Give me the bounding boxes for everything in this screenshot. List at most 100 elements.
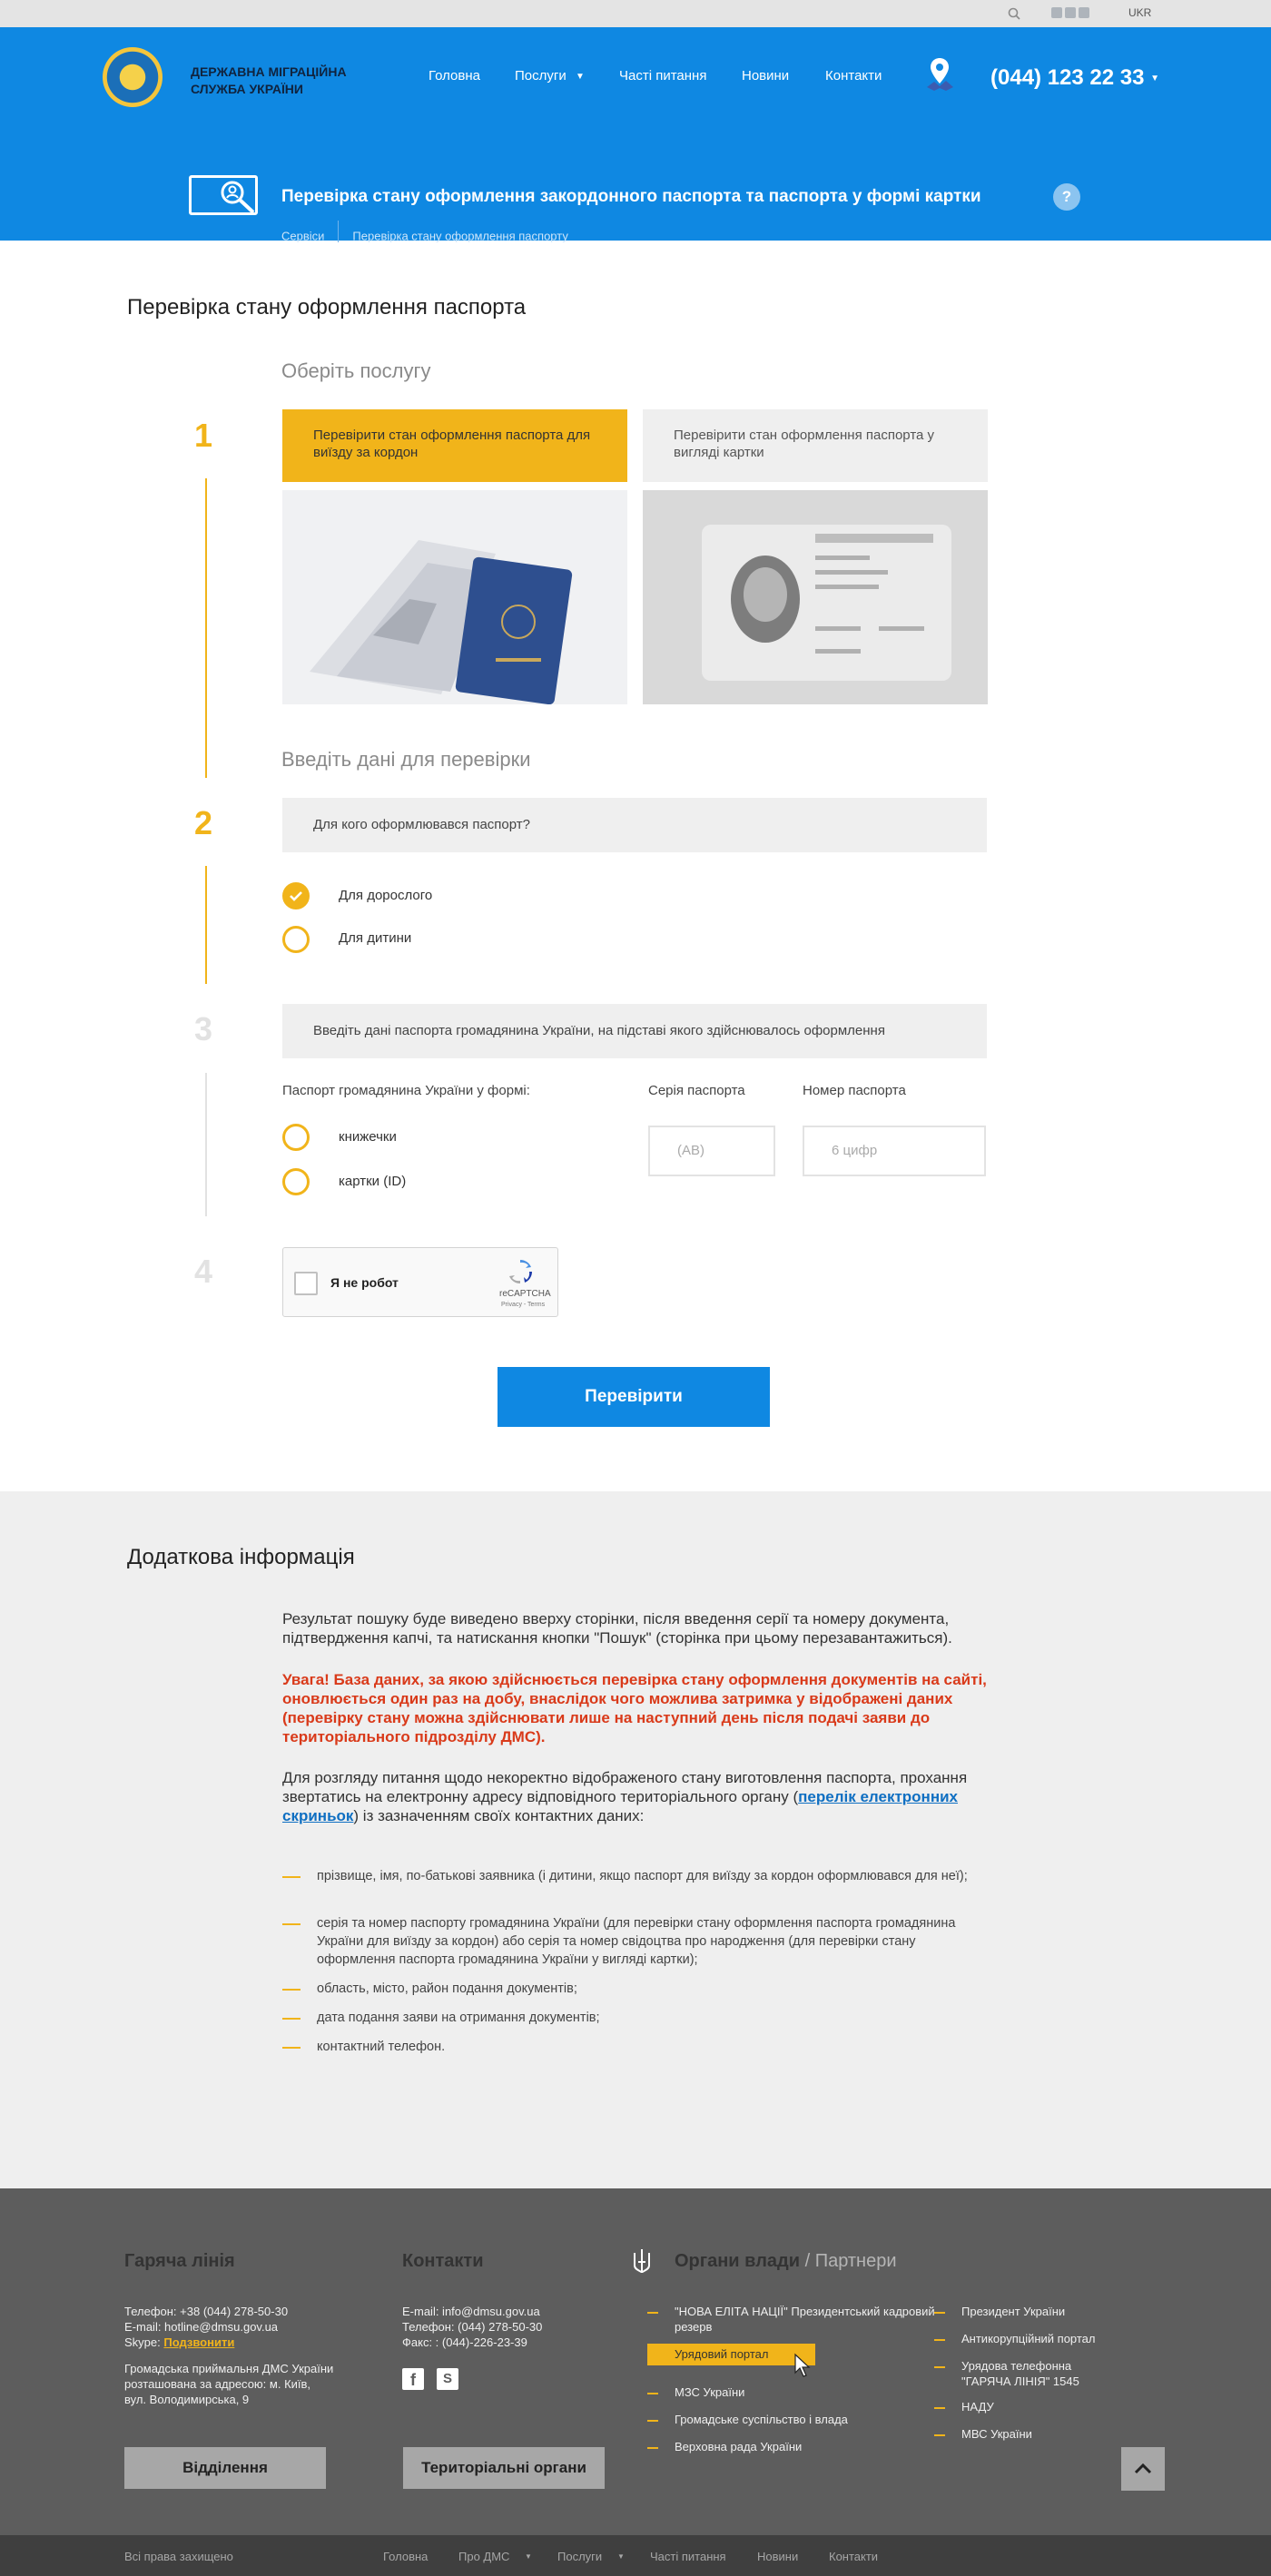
bottom-nav-home[interactable]: Головна (383, 2550, 428, 2563)
partners-label[interactable]: / Партнери (805, 2251, 897, 2271)
hotline-phone-text[interactable]: Телефон: +38 (044) 278-50-30 (124, 2304, 288, 2319)
info-text: ) із зазначенням своїх контактних даних: (353, 1807, 645, 1824)
step-number: 1 (194, 417, 213, 454)
hotline-phone[interactable]: (044) 123 22 33 ▼ (990, 65, 1159, 91)
authorities-title: Органи влади / Партнери (675, 2251, 897, 2272)
radio-booklet[interactable] (282, 1124, 310, 1151)
radio-card[interactable] (282, 1168, 310, 1195)
language-switcher[interactable]: UKR (1128, 6, 1151, 19)
series-label: Серія паспорта (648, 1083, 745, 1098)
choose-service-heading: Оберіть послугу (281, 359, 431, 382)
skype-icon[interactable] (1079, 7, 1089, 18)
step-connector (205, 866, 207, 984)
breadcrumb-separator (338, 221, 340, 242)
footer-link[interactable]: Громадське суспільство і влада (647, 2412, 938, 2427)
submit-check-button[interactable]: Перевірити (498, 1367, 770, 1427)
additional-info-section (0, 1491, 1271, 2188)
skype-icon[interactable]: S (437, 2368, 458, 2390)
bottom-nav-about[interactable]: Про ДМС (458, 2550, 509, 2563)
footer-link-active[interactable]: Урядовий портал (647, 2344, 815, 2365)
footer-link[interactable]: Антикорупційний портал (934, 2331, 1143, 2346)
search-icon[interactable] (1008, 7, 1020, 20)
service-title: Перевірка стану оформлення закордонного … (281, 187, 981, 206)
captcha-label: Я не робот (330, 1275, 399, 1290)
org-name[interactable]: ДЕРЖАВНА МІГРАЦІЙНА СЛУЖБА УКРАЇНИ (191, 64, 381, 98)
footer-link[interactable]: Президент України (934, 2304, 1143, 2319)
facebook-icon[interactable]: f (402, 2368, 424, 2390)
series-input[interactable]: (АВ) (648, 1126, 775, 1176)
footer-link[interactable]: "НОВА ЕЛІТА НАЦІЇ" Президентський кадров… (647, 2304, 938, 2335)
step-connector (205, 478, 207, 778)
departments-button[interactable]: Відділення (124, 2447, 326, 2489)
logo-emblem[interactable] (103, 47, 163, 107)
footer-link[interactable]: НАДУ (934, 2399, 1143, 2414)
contacts-phone[interactable]: Телефон: (044) 278-50-30 (402, 2319, 542, 2335)
step-number: 4 (194, 1253, 213, 1290)
step-number: 3 (194, 1010, 213, 1047)
recaptcha-icon (509, 1260, 532, 1283)
radio-card-label[interactable]: картки (ID) (339, 1174, 406, 1189)
radio-adult[interactable] (282, 882, 310, 909)
info-warning: Увага! База даних, за якою здійснюється … (282, 1671, 987, 1745)
bottom-nav-faq[interactable]: Часті питання (650, 2550, 726, 2563)
copyright: Всі права захищено (124, 2550, 233, 2563)
facebook-icon[interactable] (1051, 7, 1062, 18)
passport-service-icon (189, 175, 258, 215)
id-card-image[interactable] (643, 490, 988, 704)
cursor-icon (794, 2353, 811, 2377)
hotline-title: Гаряча лінія (124, 2251, 235, 2271)
breadcrumb-item[interactable]: Перевірка стану оформлення паспорту (352, 229, 567, 242)
info-paragraph-contacts: Для розгляду питання щодо некоректно від… (282, 1768, 990, 1825)
site-header: ДЕРЖАВНА МІГРАЦІЙНА СЛУЖБА УКРАЇНИ Голов… (0, 27, 1271, 242)
number-input[interactable]: 6 цифр (803, 1126, 986, 1176)
contacts-title: Контакти (402, 2251, 484, 2271)
footer-link[interactable]: Верховна рада України (647, 2439, 938, 2454)
list-item: область, місто, район подання документів… (282, 1980, 990, 1998)
footer-link[interactable]: Урядова телефонна "ГАРЯЧА ЛІНІЯ" 1545 (934, 2358, 1116, 2389)
captcha-checkbox[interactable] (294, 1272, 318, 1295)
chevron-up-icon (1134, 2463, 1152, 2474)
breadcrumb-item[interactable]: Сервіси (281, 229, 324, 242)
help-button[interactable]: ? (1053, 183, 1080, 211)
contacts-email[interactable]: E-mail: info@dmsu.gov.ua (402, 2304, 540, 2319)
list-item: прізвище, імя, по-батькові заявника (і д… (282, 1867, 990, 1885)
radio-child[interactable] (282, 926, 310, 953)
scroll-top-button[interactable] (1121, 2447, 1165, 2491)
page-title: Перевірка стану оформлення паспорта (127, 295, 527, 320)
skype-call-link[interactable]: Подзвонити (163, 2335, 234, 2349)
checkmark-icon (290, 891, 302, 901)
passport-form-label: Паспорт громадянина України у формі: (282, 1083, 530, 1098)
radio-child-label[interactable]: Для дитини (339, 930, 411, 946)
foreign-passport-image[interactable] (282, 490, 627, 704)
tile-foreign-passport[interactable]: Перевірити стан оформлення паспорта для … (282, 409, 627, 482)
nav-home[interactable]: Головна (429, 68, 480, 84)
captcha-brand: reCAPTCHA (499, 1289, 551, 1299)
footer-link[interactable]: МВС України (934, 2426, 1143, 2442)
question-passport: Введіть дані паспорта громадянина Україн… (282, 1004, 987, 1058)
nav-news[interactable]: Новини (742, 68, 789, 84)
skype-row: Skype: Подзвонити (124, 2335, 234, 2350)
list-item: серія та номер паспорту громадянина Укра… (282, 1914, 990, 1969)
vk-icon[interactable] (1065, 7, 1076, 18)
list-item: контактний телефон. (282, 2038, 990, 2056)
org-name-line2: СЛУЖБА УКРАЇНИ (191, 82, 303, 96)
radio-adult-label[interactable]: Для дорослого (339, 888, 432, 903)
nav-contacts[interactable]: Контакти (825, 68, 882, 84)
hotline-email-text[interactable]: E-mail: hotline@dmsu.gov.ua (124, 2319, 278, 2335)
radio-booklet-label[interactable]: книжечки (339, 1129, 397, 1145)
nav-faq[interactable]: Часті питання (619, 68, 706, 84)
list-item: дата подання заяви на отримання документ… (282, 2009, 990, 2027)
bottom-nav-contacts[interactable]: Контакти (829, 2550, 878, 2563)
step-number: 2 (194, 804, 213, 841)
nav-services[interactable]: Послуги (515, 68, 567, 84)
location-pin-icon[interactable] (924, 56, 955, 93)
bottom-nav-services[interactable]: Послуги (557, 2550, 602, 2563)
captcha-links[interactable]: Privacy - Terms (501, 1302, 545, 1308)
question-who: Для кого оформлювався паспорт? (282, 798, 987, 852)
territorial-bodies-button[interactable]: Територіальні органи (403, 2447, 605, 2489)
address-line: Громадська приймальня ДМС України (124, 2362, 334, 2375)
bottom-nav-news[interactable]: Новини (757, 2550, 798, 2563)
tile-id-card[interactable]: Перевірити стан оформлення паспорта у ви… (643, 409, 988, 482)
footer-link[interactable]: МЗС України (647, 2384, 938, 2400)
skype-label: Skype: (124, 2335, 161, 2349)
